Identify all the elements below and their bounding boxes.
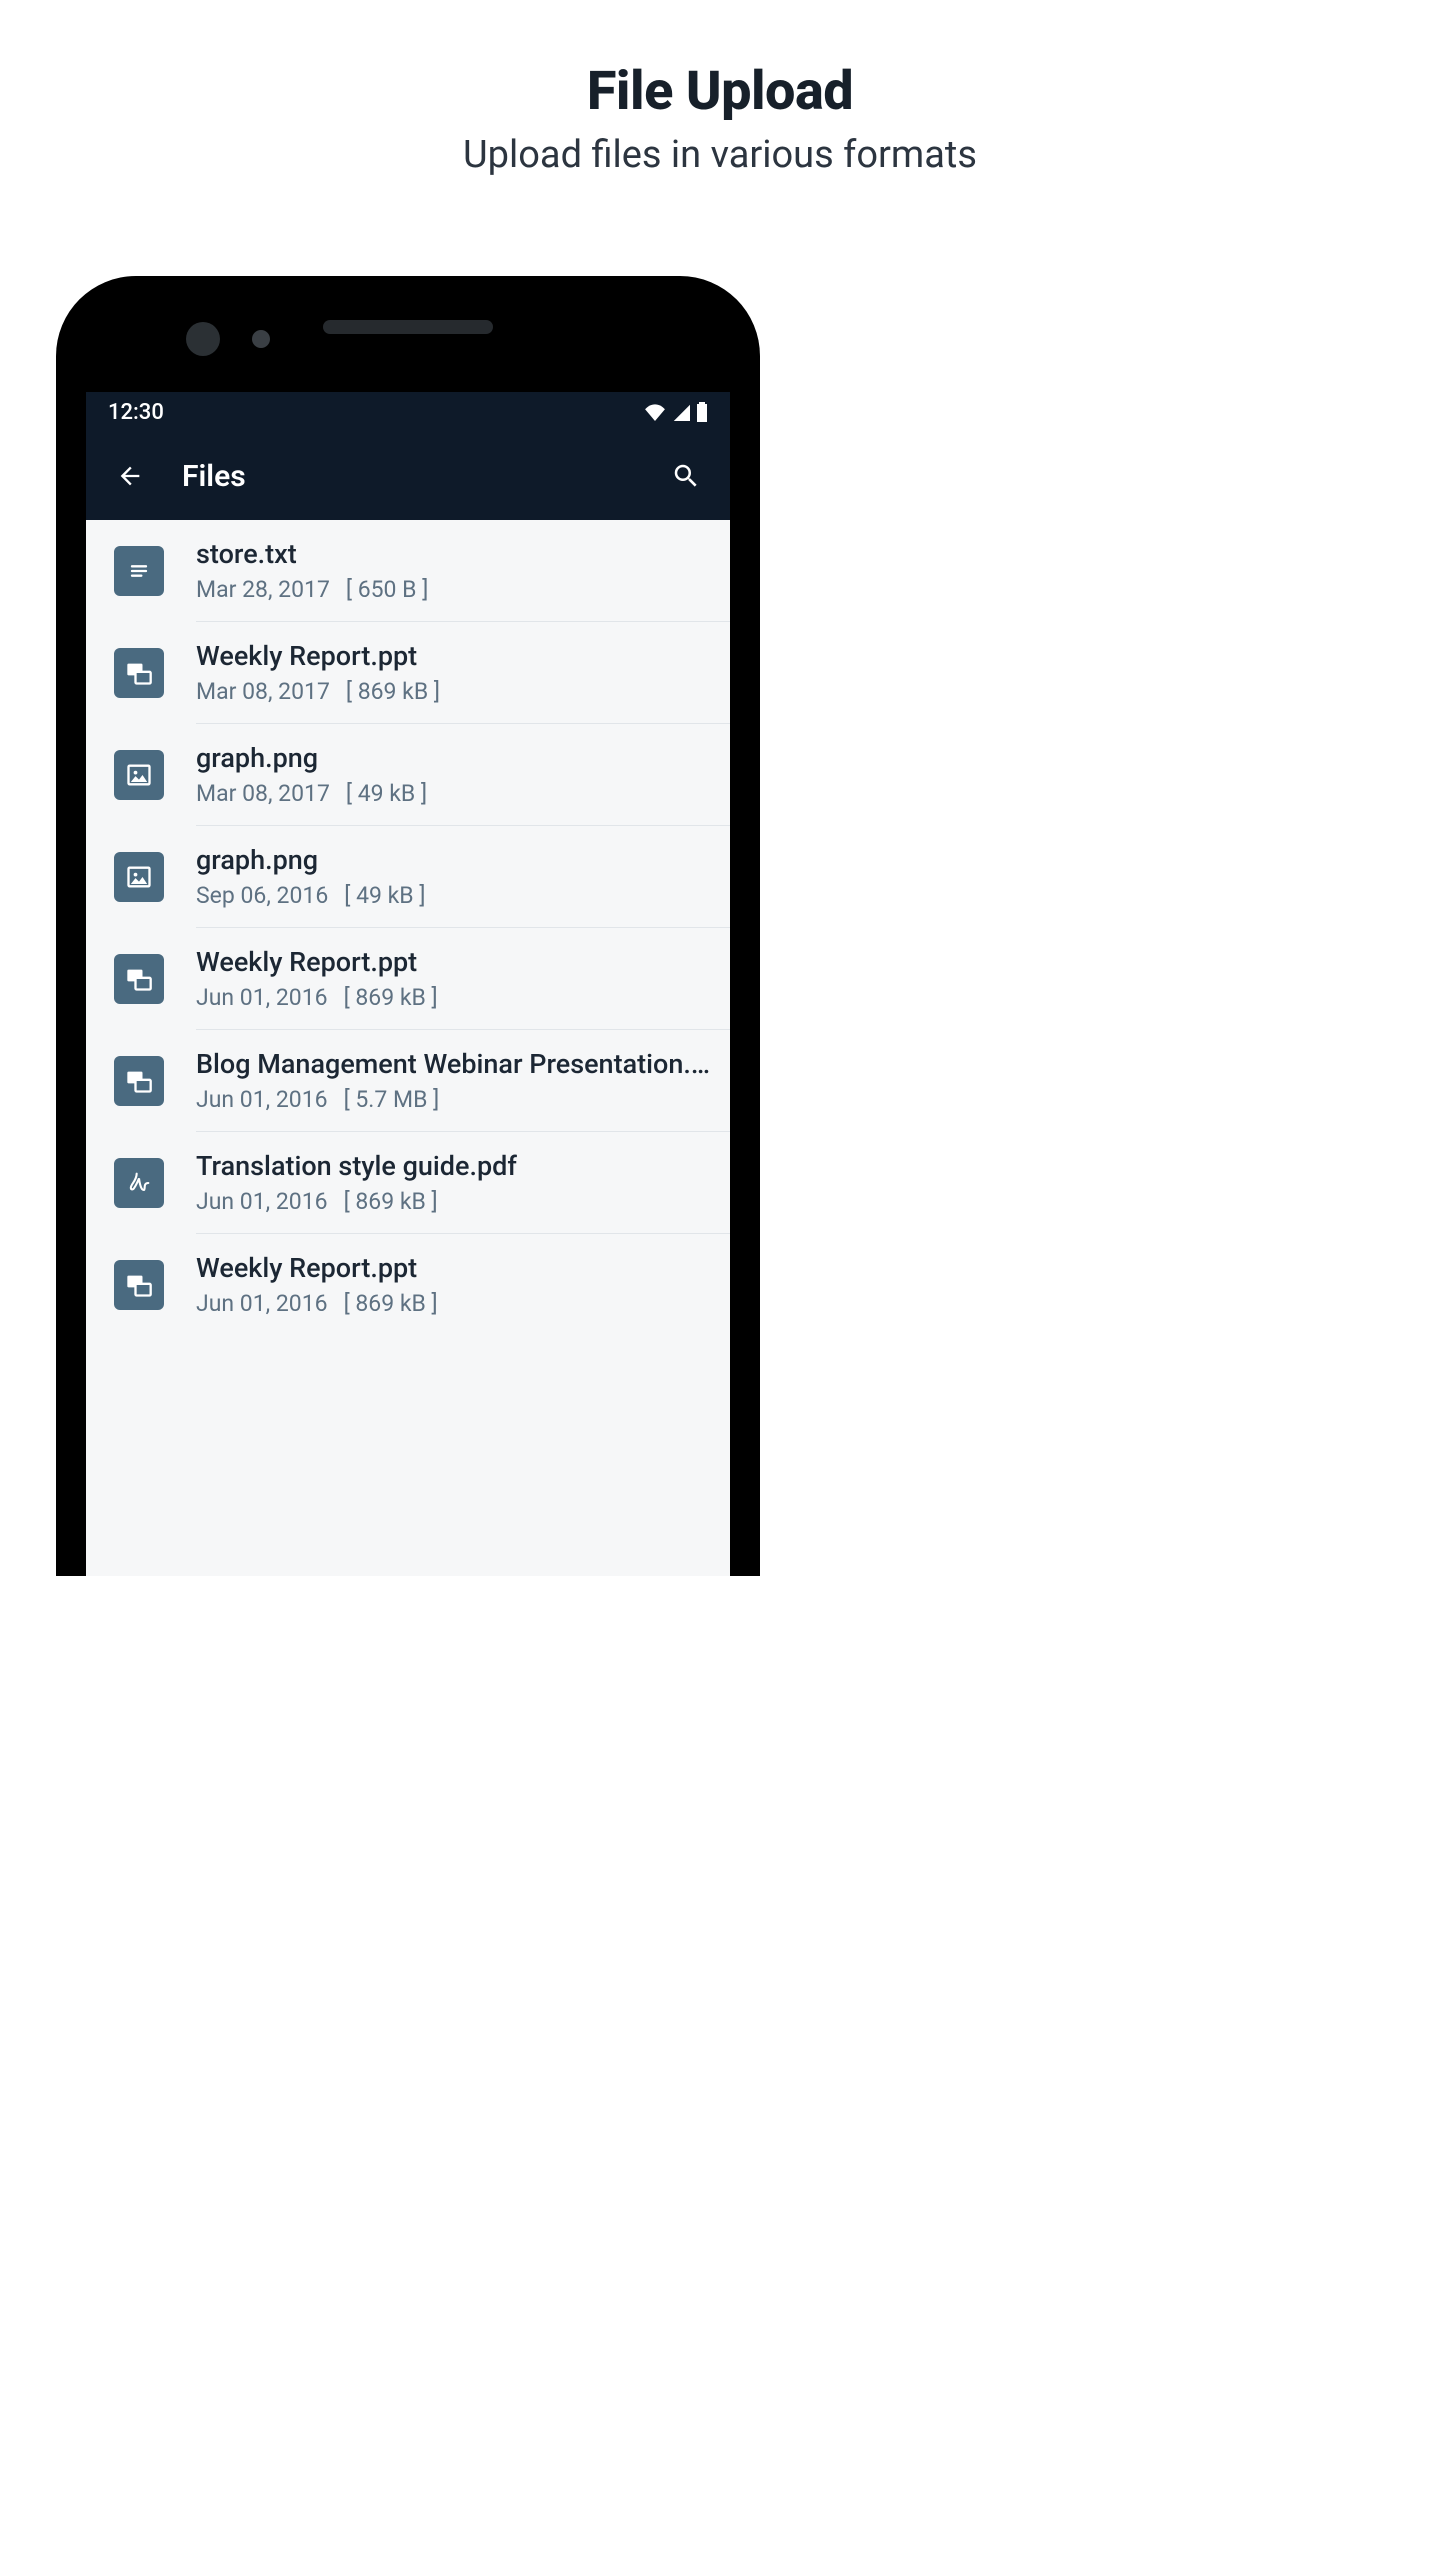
- file-type-img-icon: [114, 750, 164, 800]
- status-icons: [644, 402, 708, 422]
- file-name: graph.png: [196, 742, 710, 774]
- phone-frame: 12:30 Files store.t: [56, 276, 760, 1576]
- file-size: [ 5.7 MB ]: [344, 1086, 440, 1113]
- file-row[interactable]: Blog Management Webinar Presentation.… Ju…: [86, 1030, 730, 1131]
- file-body: Weekly Report.ppt Jun 01, 2016 [ 869 kB ]: [196, 1252, 710, 1317]
- file-body: graph.png Mar 08, 2017 [ 49 kB ]: [196, 742, 710, 807]
- file-row[interactable]: graph.png Mar 08, 2017 [ 49 kB ]: [86, 724, 730, 825]
- hero: File Upload Upload files in various form…: [0, 60, 1440, 177]
- file-name: graph.png: [196, 844, 710, 876]
- file-type-pdf-icon: [114, 1158, 164, 1208]
- file-body: Weekly Report.ppt Mar 08, 2017 [ 869 kB ]: [196, 640, 710, 705]
- file-name: Weekly Report.ppt: [196, 946, 710, 978]
- file-size: [ 869 kB ]: [344, 984, 438, 1011]
- search-icon: [671, 461, 701, 491]
- file-meta: Jun 01, 2016 [ 5.7 MB ]: [196, 1086, 710, 1113]
- file-body: Weekly Report.ppt Jun 01, 2016 [ 869 kB ]: [196, 946, 710, 1011]
- file-row[interactable]: Weekly Report.ppt Mar 08, 2017 [ 869 kB ]: [86, 622, 730, 723]
- file-date: Mar 08, 2017: [196, 678, 330, 705]
- arrow-left-icon: [116, 462, 144, 490]
- file-name: Weekly Report.ppt: [196, 1252, 710, 1284]
- file-row[interactable]: store.txt Mar 28, 2017 [ 650 B ]: [86, 520, 730, 621]
- file-row[interactable]: Translation style guide.pdf Jun 01, 2016 […: [86, 1132, 730, 1233]
- file-date: Mar 08, 2017: [196, 780, 330, 807]
- file-size: [ 869 kB ]: [344, 1188, 438, 1215]
- search-button[interactable]: [662, 452, 710, 500]
- file-name: Translation style guide.pdf: [196, 1150, 710, 1182]
- phone-camera: [186, 322, 220, 356]
- file-meta: Mar 08, 2017 [ 869 kB ]: [196, 678, 710, 705]
- file-date: Jun 01, 2016: [196, 1086, 328, 1113]
- hero-subtitle: Upload files in various formats: [0, 133, 1440, 177]
- file-meta: Mar 08, 2017 [ 49 kB ]: [196, 780, 710, 807]
- file-meta: Jun 01, 2016 [ 869 kB ]: [196, 1290, 710, 1317]
- hero-title: File Upload: [0, 60, 1440, 123]
- wifi-icon: [644, 403, 666, 421]
- file-meta: Sep 06, 2016 [ 49 kB ]: [196, 882, 710, 909]
- file-row[interactable]: Weekly Report.ppt Jun 01, 2016 [ 869 kB ]: [86, 928, 730, 1029]
- phone-sensor: [252, 330, 270, 348]
- battery-icon: [696, 402, 708, 422]
- file-row[interactable]: Weekly Report.ppt Jun 01, 2016 [ 869 kB ]: [86, 1234, 730, 1335]
- file-type-ppt-icon: [114, 648, 164, 698]
- file-date: Jun 01, 2016: [196, 1188, 328, 1215]
- phone-speaker: [323, 320, 493, 334]
- file-name: store.txt: [196, 538, 710, 570]
- file-size: [ 869 kB ]: [344, 1290, 438, 1317]
- status-time: 12:30: [108, 400, 164, 425]
- file-body: Blog Management Webinar Presentation.… Ju…: [196, 1048, 710, 1113]
- file-meta: Jun 01, 2016 [ 869 kB ]: [196, 984, 710, 1011]
- file-size: [ 869 kB ]: [346, 678, 440, 705]
- file-list[interactable]: store.txt Mar 28, 2017 [ 650 B ] Weekly Rep…: [86, 520, 730, 1576]
- app-bar: Files: [86, 432, 730, 520]
- file-type-doc-icon: [114, 546, 164, 596]
- file-type-ppt-icon: [114, 1260, 164, 1310]
- app-bar-title: Files: [182, 459, 246, 494]
- file-body: Translation style guide.pdf Jun 01, 2016 […: [196, 1150, 710, 1215]
- file-row[interactable]: graph.png Sep 06, 2016 [ 49 kB ]: [86, 826, 730, 927]
- file-type-ppt-icon: [114, 1056, 164, 1106]
- file-meta: Jun 01, 2016 [ 869 kB ]: [196, 1188, 710, 1215]
- file-date: Jun 01, 2016: [196, 1290, 328, 1317]
- file-body: store.txt Mar 28, 2017 [ 650 B ]: [196, 538, 710, 603]
- file-type-img-icon: [114, 852, 164, 902]
- file-date: Mar 28, 2017: [196, 576, 330, 603]
- file-meta: Mar 28, 2017 [ 650 B ]: [196, 576, 710, 603]
- cellular-icon: [672, 403, 690, 421]
- file-type-ppt-icon: [114, 954, 164, 1004]
- file-name: Weekly Report.ppt: [196, 640, 710, 672]
- file-date: Sep 06, 2016: [196, 882, 328, 909]
- file-size: [ 49 kB ]: [344, 882, 425, 909]
- file-name: Blog Management Webinar Presentation.…: [196, 1048, 710, 1080]
- file-size: [ 49 kB ]: [346, 780, 427, 807]
- file-size: [ 650 B ]: [346, 576, 428, 603]
- phone-screen: 12:30 Files store.t: [86, 392, 730, 1576]
- back-button[interactable]: [106, 452, 154, 500]
- file-body: graph.png Sep 06, 2016 [ 49 kB ]: [196, 844, 710, 909]
- file-date: Jun 01, 2016: [196, 984, 328, 1011]
- status-bar: 12:30: [86, 392, 730, 432]
